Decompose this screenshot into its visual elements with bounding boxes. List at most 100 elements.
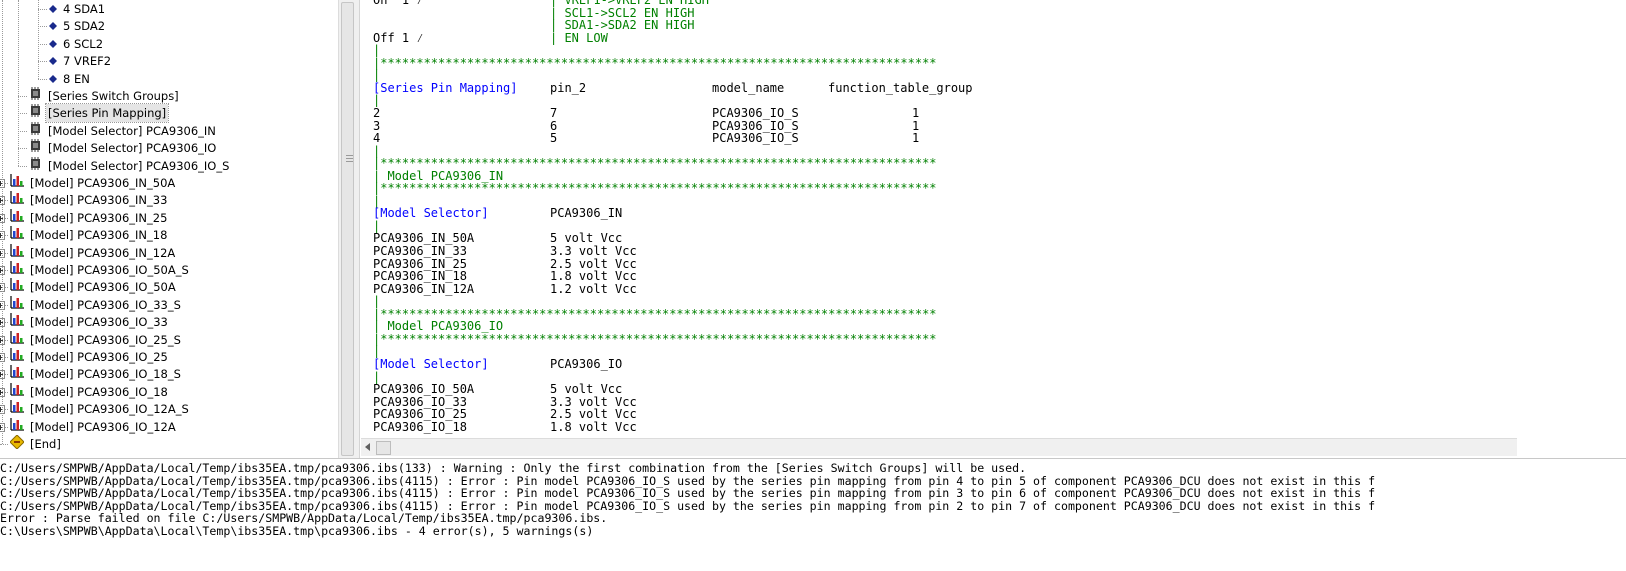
tree-node[interactable]: [Model] PCA9306_IO_25 bbox=[10, 348, 170, 366]
tree-node[interactable]: [Series Switch Groups] bbox=[29, 87, 181, 105]
tree-connector-line bbox=[18, 148, 27, 150]
tree-node[interactable]: [Series Pin Mapping] bbox=[29, 103, 170, 124]
ibis-text-editor[interactable]: On 1 ⁄ | VREF1->VREF2 EN HIGH | SCL1->SCL2… bbox=[361, 0, 1517, 457]
scroll-left-arrow-icon[interactable] bbox=[365, 443, 370, 451]
tree-node[interactable]: [Model] PCA9306_IO_50A bbox=[10, 278, 178, 296]
file-structure-tree[interactable]: 4 SDA1 5 SDA2 6 SCL2 7 VREF2 8 EN [Series Swi… bbox=[0, 0, 338, 474]
editor-token: PCA9306_IO_S bbox=[712, 131, 799, 146]
diamond-icon bbox=[49, 17, 57, 35]
tree-vertical-scrollbar[interactable] bbox=[338, 0, 355, 474]
output-message-line: C:\Users\SMPWB\AppData\Local\Temp\ibs35E… bbox=[0, 524, 594, 538]
tree-node-label: [Model] PCA9306_IO_50A_S bbox=[30, 263, 189, 277]
tree-node[interactable]: [Model] PCA9306_IN_12A bbox=[10, 243, 177, 262]
tree-node[interactable]: 4 SDA1 bbox=[49, 0, 107, 18]
editor-token: 4 bbox=[373, 131, 381, 146]
tree-node[interactable]: [Model] PCA9306_IN_50A bbox=[10, 174, 177, 192]
editor-token: | EN LOW bbox=[550, 30, 608, 45]
tree-connector-line bbox=[38, 43, 47, 45]
tree-node[interactable]: [Model Selector] PCA9306_IO bbox=[29, 139, 218, 157]
tree-node[interactable]: 7 VREF2 bbox=[49, 52, 113, 70]
tree-node[interactable]: [Model] PCA9306_IO_33_S bbox=[10, 295, 183, 314]
tree-node-label: [Model Selector] PCA9306_IN bbox=[48, 123, 216, 138]
tree-connector-line bbox=[0, 444, 8, 445]
editor-line: [Model Selector] PCA9306_IN bbox=[373, 207, 622, 220]
tree-node[interactable]: [Model] PCA9306_IN_33 bbox=[10, 191, 169, 209]
editor-token: function_table_group bbox=[828, 80, 973, 95]
scrollbar-grip-icon bbox=[346, 155, 353, 163]
editor-token: 2.5 volt Vcc bbox=[550, 407, 637, 422]
editor-token: [Model Selector] bbox=[373, 356, 489, 371]
bar-chart-icon bbox=[10, 417, 24, 436]
editor-line: Off 1 ⁄ | EN LOW bbox=[373, 30, 608, 45]
tree-node-label: [Model] PCA9306_IO_18_S bbox=[30, 367, 181, 382]
tree-node[interactable]: [Model] PCA9306_IN_25 bbox=[10, 208, 169, 227]
bar-chart-icon bbox=[10, 348, 24, 366]
editor-token: pin_2 bbox=[550, 80, 587, 95]
editor-line: 4 5 PCA9306_IO_S 1 bbox=[373, 131, 919, 146]
editor-token: PCA9306_IN bbox=[550, 206, 623, 221]
tree-node[interactable]: [Model Selector] PCA9306_IN bbox=[29, 121, 218, 140]
editor-token: 1.8 volt Vcc bbox=[550, 419, 637, 434]
tree-node-label: [Model] PCA9306_IO_25 bbox=[30, 350, 168, 364]
tree-node-label: [Model] PCA9306_IN_25 bbox=[30, 210, 168, 225]
tree-node-label: [Model] PCA9306_IO_25_S bbox=[30, 332, 181, 347]
chip-icon bbox=[29, 104, 42, 122]
editor-token: 1.2 volt Vcc bbox=[550, 281, 637, 296]
tree-node-label: [Model Selector] PCA9306_IO_S bbox=[48, 158, 230, 173]
tree-node[interactable]: 6 SCL2 bbox=[49, 35, 105, 53]
tree-connector-line bbox=[18, 130, 27, 132]
tree-node-label: [End] bbox=[30, 437, 61, 451]
bar-chart-icon bbox=[10, 400, 24, 418]
tree-node[interactable]: [End] bbox=[9, 433, 63, 453]
tree-connector-line bbox=[38, 26, 47, 28]
tree-node-label: [Model] PCA9306_IO_12A_S bbox=[30, 402, 189, 417]
panel-splitter[interactable] bbox=[354, 0, 360, 474]
tree-node[interactable]: [Model Selector] PCA9306_IO_S bbox=[29, 156, 231, 175]
tree-node[interactable]: 8 EN bbox=[49, 70, 92, 88]
bar-chart-icon bbox=[10, 278, 24, 296]
tree-node[interactable]: [Model] PCA9306_IN_18 bbox=[10, 226, 169, 244]
editor-token: model_name bbox=[712, 80, 785, 95]
editor-token: On 1 ⁄ bbox=[373, 0, 424, 7]
tree-guide-line bbox=[18, 0, 19, 166]
tree-node-label: [Model] PCA9306_IO_33_S bbox=[30, 297, 181, 312]
tree-node[interactable]: [Model] PCA9306_IO_18 bbox=[10, 382, 170, 401]
tree-node[interactable]: [Model] PCA9306_IO_12A_S bbox=[10, 400, 191, 418]
tree-node[interactable]: [Model] PCA9306_IO_12A bbox=[10, 417, 178, 436]
tree-node[interactable]: [Model] PCA9306_IO_25_S bbox=[10, 330, 183, 349]
tree-node-label: [Model] PCA9306_IO_18 bbox=[30, 384, 168, 399]
chip-icon bbox=[29, 121, 42, 140]
editor-token: 1 bbox=[912, 105, 920, 120]
chip-icon bbox=[29, 87, 42, 105]
chip-icon bbox=[29, 156, 42, 175]
parser-output-panel[interactable]: C:/Users/SMPWB/AppData/Local/Temp/ibs35E… bbox=[0, 458, 1626, 571]
editor-scrollbar-thumb[interactable] bbox=[376, 441, 391, 455]
tree-node-label: [Model] PCA9306_IN_50A bbox=[30, 176, 176, 190]
tree-node-label: [Model] PCA9306_IO_12A bbox=[30, 419, 176, 434]
diamond-icon bbox=[49, 52, 57, 70]
tree-node[interactable]: [Model] PCA9306_IO_33 bbox=[10, 313, 170, 331]
bar-chart-icon bbox=[10, 208, 24, 227]
tree-scrollbar-thumb[interactable] bbox=[341, 2, 354, 456]
editor-horizontal-scrollbar[interactable] bbox=[361, 438, 1517, 456]
tree-node-label: 8 EN bbox=[63, 71, 90, 86]
tree-node-label: [Series Pin Mapping] bbox=[44, 103, 170, 124]
chip-icon bbox=[29, 139, 42, 157]
editor-line: [Series Pin Mapping] pin_2 model_name funct… bbox=[373, 80, 973, 95]
tree-node-label: [Model] PCA9306_IO_50A bbox=[30, 280, 176, 295]
bar-chart-icon bbox=[10, 295, 24, 314]
editor-token: [Series Pin Mapping] bbox=[373, 80, 518, 95]
tree-guide-line bbox=[38, 0, 39, 79]
tree-node[interactable]: [Model] PCA9306_IO_18_S bbox=[10, 365, 183, 383]
tree-connector-line bbox=[38, 78, 47, 80]
tree-node[interactable]: 5 SDA2 bbox=[49, 17, 107, 35]
tree-connector-line bbox=[18, 96, 27, 97]
diamond-icon bbox=[49, 0, 57, 18]
tree-node-label: [Series Switch Groups] bbox=[48, 89, 179, 103]
diamond-icon bbox=[49, 35, 57, 53]
editor-token: PCA9306_IN_12A bbox=[373, 281, 475, 296]
bar-chart-icon bbox=[10, 365, 24, 383]
tree-node[interactable]: [Model] PCA9306_IO_50A_S bbox=[10, 261, 191, 279]
editor-token: Off 1 ⁄ bbox=[373, 30, 424, 45]
bar-chart-icon bbox=[10, 261, 24, 279]
